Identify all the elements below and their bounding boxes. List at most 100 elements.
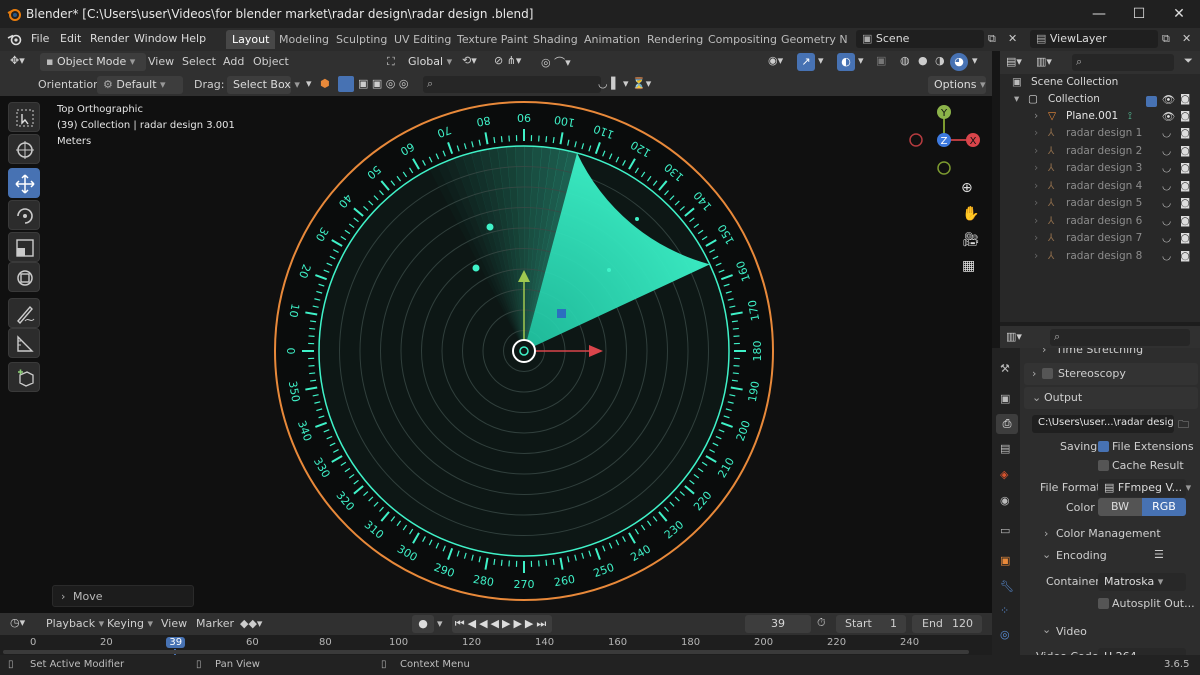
overlay-toggle-icon[interactable]: ◐ (837, 53, 855, 71)
3d-viewport[interactable]: Top Orthographic (39) Collection | radar… (44, 96, 992, 613)
tab-rendering[interactable]: Rendering (641, 30, 709, 49)
overlay-dropdown-icon[interactable]: ▾ (858, 54, 864, 67)
camera-render-icon[interactable]: ◙ (1180, 197, 1190, 209)
playback-menu[interactable]: Playback ▾ (46, 617, 104, 630)
output-panel-header[interactable]: ⌄ Output (1024, 387, 1198, 409)
output-path-field[interactable]: C:\Users\user...\radar design\ (1032, 415, 1174, 433)
encoding-panel[interactable]: ⌄ Encoding ☰ (1024, 545, 1198, 565)
camera-render-icon[interactable]: ◙ (1180, 232, 1190, 244)
camera-render-icon[interactable]: ◙ (1180, 93, 1190, 105)
menu-file[interactable]: File (31, 32, 49, 45)
collection-tab-icon[interactable]: ▭ (1000, 524, 1010, 537)
record-button[interactable]: ● (412, 615, 434, 633)
select-menu[interactable]: Select (182, 55, 216, 68)
record-dropdown-icon[interactable]: ▾ (437, 617, 443, 630)
navigation-gizmo[interactable]: Y X Z (906, 102, 982, 178)
expand-arrow-icon[interactable]: › (1034, 145, 1038, 157)
outliner-row[interactable]: › ⅄ radar design 3 ◡ ◙ (1000, 162, 1200, 179)
select-tool-button[interactable] (8, 102, 40, 132)
annotate-tool-button[interactable] (8, 298, 40, 328)
marker-menu[interactable]: Marker (196, 617, 234, 630)
blender-menu-icon[interactable] (7, 32, 23, 46)
new-view-layer-icon[interactable]: ⧉ (1162, 32, 1170, 46)
color-bw-button[interactable]: BW (1098, 498, 1142, 516)
zoom-icon[interactable]: ⊕ (961, 180, 973, 196)
new-scene-icon[interactable]: ⧉ (988, 32, 996, 46)
folder-icon[interactable]: 🗀︎ (1178, 416, 1189, 435)
outliner-row[interactable]: › ⅄ radar design 4 ◡ ◙ (1000, 180, 1200, 197)
camera-render-icon[interactable]: ◙ (1180, 180, 1190, 192)
timeline-view-menu[interactable]: View (161, 617, 187, 630)
eye-closed-icon[interactable]: ◡ (1162, 250, 1171, 262)
eye-icon[interactable]: 👁︎ (1162, 93, 1175, 106)
grid-icon[interactable]: ▦ (962, 258, 975, 274)
eye-closed-icon[interactable]: ◡ (1162, 180, 1171, 192)
expand-arrow-icon[interactable]: ▾ (1014, 93, 1019, 105)
expand-arrow-icon[interactable]: › (1034, 127, 1038, 139)
stereoscopy-checkbox[interactable] (1042, 368, 1053, 379)
time-stretching-panel[interactable]: › Time Stretching (1020, 348, 1200, 362)
outliner-row[interactable]: › ▽ Plane.001 ⟟ 👁︎ ◙ (1000, 110, 1200, 127)
camera-render-icon[interactable]: ◙ (1180, 145, 1190, 157)
eye-closed-icon[interactable]: ◡ (1162, 145, 1171, 157)
origin-ring[interactable] (512, 339, 536, 363)
object-tab-icon[interactable]: ▣ (1000, 554, 1010, 567)
world-tab-icon[interactable]: ◉ (1000, 494, 1010, 507)
tab-modeling[interactable]: Modeling (273, 30, 335, 49)
render-tab-icon[interactable]: ▣ (1000, 392, 1010, 405)
scene-tab-icon[interactable]: ◈ (1000, 468, 1008, 481)
minimize-button[interactable]: — (1085, 4, 1113, 24)
xray-icon[interactable]: ▣ (876, 54, 886, 67)
eye-closed-icon[interactable]: ◡ (1162, 232, 1171, 244)
wireframe-shading-icon[interactable]: ◍ (900, 54, 910, 67)
end-frame-field[interactable]: End 120 (912, 615, 982, 633)
modifier-tab-icon[interactable]: 🔧︎ (1000, 580, 1014, 593)
editor-type-icon[interactable]: ✥▾ (10, 54, 25, 67)
color-management-panel[interactable]: › Color Management (1024, 523, 1198, 543)
transform-tool-button[interactable] (8, 262, 40, 292)
eye-closed-icon[interactable]: ◡ (1162, 162, 1171, 174)
delete-scene-icon[interactable]: ✕ (1008, 32, 1017, 45)
proportional-edit-icon[interactable]: ◎ ⌒▾ (541, 54, 571, 70)
material-shading-icon[interactable]: ◑ (935, 54, 945, 67)
outliner-search-input[interactable]: ⌕ (1072, 54, 1174, 71)
outliner-row[interactable]: › ⅄ radar design 8 ◡ ◙ (1000, 250, 1200, 267)
pan-hand-icon[interactable]: ✋ (962, 206, 979, 222)
presets-list-icon[interactable]: ☰ (1154, 548, 1164, 561)
select-extend-icon[interactable]: ▣ ▣ ◎ ◎ (358, 77, 408, 90)
menu-edit[interactable]: Edit (60, 32, 81, 45)
shading-dropdown-icon[interactable]: ▾ (972, 54, 978, 67)
properties-editor-icon[interactable]: ▥▾ (1006, 330, 1022, 343)
keyframe-icon[interactable]: ◆◆▾ (240, 617, 262, 630)
tab-uv-editing[interactable]: UV Editing (388, 30, 457, 49)
tool-search-input[interactable]: ⌕ (423, 76, 601, 93)
expand-arrow-icon[interactable]: › (1034, 215, 1038, 227)
file-extensions-checkbox[interactable] (1098, 441, 1109, 452)
outliner-row[interactable]: › ⅄ radar design 2 ◡ ◙ (1000, 145, 1200, 162)
expand-arrow-icon[interactable]: › (1034, 250, 1038, 262)
menu-window[interactable]: Window (134, 32, 177, 45)
orientation-selector[interactable]: ⚙ Default ▾ (97, 76, 183, 94)
timeline-scrollbar[interactable] (3, 650, 969, 654)
camera-render-icon[interactable]: ◙ (1180, 162, 1190, 174)
expand-arrow-icon[interactable]: › (1034, 110, 1038, 122)
drag-selector[interactable]: Select Box ▾ (227, 76, 300, 94)
pivot-icon[interactable]: ⟲▾ (462, 54, 477, 67)
delete-view-layer-icon[interactable]: ✕ (1182, 32, 1191, 45)
scene-selector[interactable]: ▣ Scene (856, 30, 984, 48)
keying-menu[interactable]: Keying ▾ (107, 617, 153, 630)
camera-render-icon[interactable]: ◙ (1180, 215, 1190, 227)
transform-orientation[interactable]: Global ▾ (402, 53, 456, 71)
tool-tab-icon[interactable]: ⚒ (1000, 362, 1010, 375)
tab-shading[interactable]: Shading (527, 30, 584, 49)
current-frame-field[interactable]: 39 (745, 615, 811, 633)
eye-closed-icon[interactable]: ◡ (1162, 215, 1171, 227)
color-rgb-button[interactable]: RGB (1142, 498, 1186, 516)
tab-sculpting[interactable]: Sculpting (330, 30, 393, 49)
solid-shading-icon[interactable]: ● (918, 54, 928, 67)
display-mode-icon[interactable]: ▥▾ (1036, 55, 1052, 68)
expand-arrow-icon[interactable]: › (1034, 180, 1038, 192)
measure-tool-button[interactable] (8, 328, 40, 358)
add-cube-tool-button[interactable] (8, 362, 40, 392)
maximize-button[interactable]: ☐ (1125, 4, 1153, 24)
